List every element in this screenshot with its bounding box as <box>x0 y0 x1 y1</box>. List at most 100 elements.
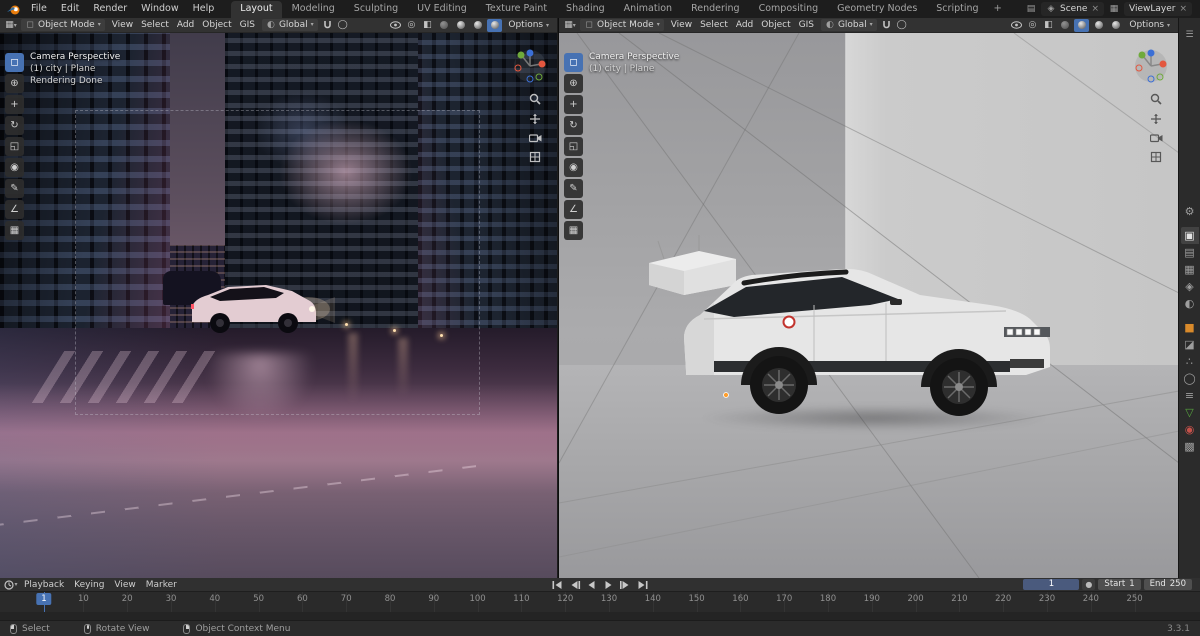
shading-material-button[interactable] <box>1091 19 1106 32</box>
proportional-edit-icon[interactable]: ◯ <box>895 19 909 31</box>
add-workspace-button[interactable]: + <box>988 1 1008 17</box>
properties-tab-render[interactable]: ▣ <box>1180 227 1199 244</box>
vp-left-menu-add[interactable]: Add <box>173 18 198 33</box>
vp-left-menu-object[interactable]: Object <box>198 18 235 33</box>
properties-tab-physics[interactable]: ◯ <box>1181 370 1199 387</box>
tab-scripting[interactable]: Scripting <box>927 1 987 18</box>
transform-tool[interactable]: ◉ <box>564 158 583 177</box>
rotate-tool[interactable]: ↻ <box>5 116 24 135</box>
shading-solid-button[interactable] <box>453 19 468 32</box>
jump-to-end-button[interactable] <box>635 579 651 591</box>
transform-tool[interactable]: ◉ <box>5 158 24 177</box>
overlays-icon[interactable]: ◎ <box>1025 19 1039 31</box>
properties-tab-scene[interactable]: ◈ <box>1181 278 1199 295</box>
xray-icon[interactable]: ◧ <box>420 19 434 31</box>
move-tool[interactable]: + <box>5 95 24 114</box>
zoom-icon[interactable] <box>1150 93 1162 105</box>
properties-tab-output[interactable]: ▤ <box>1181 244 1199 261</box>
vp-right-menu-object[interactable]: Object <box>757 18 794 33</box>
options-menu-left[interactable]: Options ▾ <box>504 18 553 33</box>
visibility-icon[interactable] <box>388 19 402 31</box>
scale-tool[interactable]: ◱ <box>5 137 24 156</box>
current-frame-field[interactable]: 1 <box>1023 579 1080 590</box>
properties-tab-particles[interactable]: ∴ <box>1181 353 1199 370</box>
timeline-ruler[interactable]: 10 20 30 40 50 60 70 80 90 100 110 120 130 140 150 160 1… <box>0 592 1200 612</box>
proportional-edit-icon[interactable]: ◯ <box>336 19 350 31</box>
tab-layout[interactable]: Layout <box>231 1 282 18</box>
orientation-select-right[interactable]: ◐ Global ▾ <box>820 19 877 31</box>
shading-rendered-button[interactable] <box>487 18 503 32</box>
viewport-3d-left[interactable]: ◻ ⊕ + ↻ ◱ ◉ ✎ ∠ ▦ Camera Perspective (1)… <box>0 33 557 578</box>
shading-material-button[interactable] <box>470 19 485 32</box>
timeline-menu-marker[interactable]: Marker <box>141 578 182 592</box>
vp-left-menu-view[interactable]: View <box>108 18 137 33</box>
auto-keying-button[interactable]: ● <box>1082 579 1096 590</box>
cursor-tool[interactable]: ⊕ <box>5 74 24 93</box>
playhead-frame-badge[interactable]: 1 <box>36 593 52 605</box>
annotate-tool[interactable]: ✎ <box>564 179 583 198</box>
tab-texture-paint[interactable]: Texture Paint <box>477 1 556 18</box>
timeline-menu-keying[interactable]: Keying <box>69 578 109 592</box>
properties-tab-view-layer[interactable]: ▦ <box>1181 261 1199 278</box>
toggle-ortho-icon[interactable] <box>529 151 541 163</box>
menu-help[interactable]: Help <box>186 0 222 18</box>
viewlayer-selector[interactable]: ViewLayer × <box>1124 2 1192 16</box>
shading-rendered-button[interactable] <box>1108 19 1123 32</box>
navigation-gizmo[interactable] <box>1134 49 1168 83</box>
annotate-tool[interactable]: ✎ <box>5 179 24 198</box>
play-button[interactable] <box>601 579 617 591</box>
menu-render[interactable]: Render <box>86 0 134 18</box>
properties-tab-world[interactable]: ◐ <box>1181 295 1199 312</box>
vp-left-menu-select[interactable]: Select <box>137 18 173 33</box>
move-tool[interactable]: + <box>564 95 583 114</box>
viewport-3d-right[interactable]: ◻ ⊕ + ↻ ◱ ◉ ✎ ∠ ▦ Camera Perspective (1)… <box>559 33 1178 578</box>
snap-magnet-icon[interactable] <box>880 19 894 31</box>
prev-keyframe-button[interactable] <box>567 579 583 591</box>
scene-unlink-icon[interactable]: × <box>1091 4 1099 14</box>
shading-solid-button[interactable] <box>1074 18 1090 32</box>
properties-tab-tool[interactable]: ⚙ <box>1181 203 1199 220</box>
timeline-menu-view[interactable]: View <box>109 578 140 592</box>
tab-sculpting[interactable]: Sculpting <box>345 1 407 18</box>
mode-select-right[interactable]: ◻ Object Mode ▾ <box>580 19 664 31</box>
navigation-gizmo[interactable] <box>513 49 547 83</box>
vp-right-menu-view[interactable]: View <box>667 18 696 33</box>
scene-selector[interactable]: ◈ Scene × <box>1041 2 1104 16</box>
tab-compositing[interactable]: Compositing <box>750 1 828 18</box>
menu-file[interactable]: File <box>24 0 54 18</box>
frame-start-field[interactable]: Start 1 <box>1098 579 1141 590</box>
shading-wireframe-button[interactable] <box>436 19 451 32</box>
mode-select-left[interactable]: ◻ Object Mode ▾ <box>21 19 105 31</box>
zoom-icon[interactable] <box>529 93 541 105</box>
orientation-select-left[interactable]: ◐ Global ▾ <box>261 19 318 31</box>
next-keyframe-button[interactable] <box>618 579 634 591</box>
visibility-icon[interactable] <box>1009 19 1023 31</box>
pan-hand-icon[interactable] <box>529 113 541 125</box>
xray-icon[interactable]: ◧ <box>1041 19 1055 31</box>
measure-tool[interactable]: ∠ <box>564 200 583 219</box>
shading-wireframe-button[interactable] <box>1057 19 1072 32</box>
display-mode-icon[interactable]: ▤ <box>1026 4 1036 14</box>
editor-type-icon[interactable]: ▦ ▾ <box>563 19 577 31</box>
overlays-icon[interactable]: ◎ <box>404 19 418 31</box>
snap-magnet-icon[interactable] <box>321 19 335 31</box>
properties-tab-modifiers[interactable]: ◪ <box>1181 336 1199 353</box>
vp-right-menu-select[interactable]: Select <box>696 18 732 33</box>
pan-hand-icon[interactable] <box>1150 113 1162 125</box>
viewlayer-unlink-icon[interactable]: × <box>1179 4 1187 14</box>
tab-shading[interactable]: Shading <box>557 1 614 18</box>
tab-modeling[interactable]: Modeling <box>283 1 344 18</box>
tab-rendering[interactable]: Rendering <box>682 1 749 18</box>
editor-type-icon[interactable]: ▦ ▾ <box>4 19 18 31</box>
options-menu-right[interactable]: Options ▾ <box>1125 18 1174 33</box>
select-box-tool[interactable]: ◻ <box>5 53 24 72</box>
menu-window[interactable]: Window <box>134 0 185 18</box>
play-reverse-button[interactable] <box>584 579 600 591</box>
tab-geometry-nodes[interactable]: Geometry Nodes <box>828 1 926 18</box>
cursor-tool[interactable]: ⊕ <box>564 74 583 93</box>
jump-to-start-button[interactable] <box>550 579 566 591</box>
vp-left-menu-gis[interactable]: GIS <box>236 18 259 33</box>
camera-view-icon[interactable] <box>529 133 542 143</box>
menu-edit[interactable]: Edit <box>54 0 86 18</box>
vp-right-menu-add[interactable]: Add <box>732 18 757 33</box>
